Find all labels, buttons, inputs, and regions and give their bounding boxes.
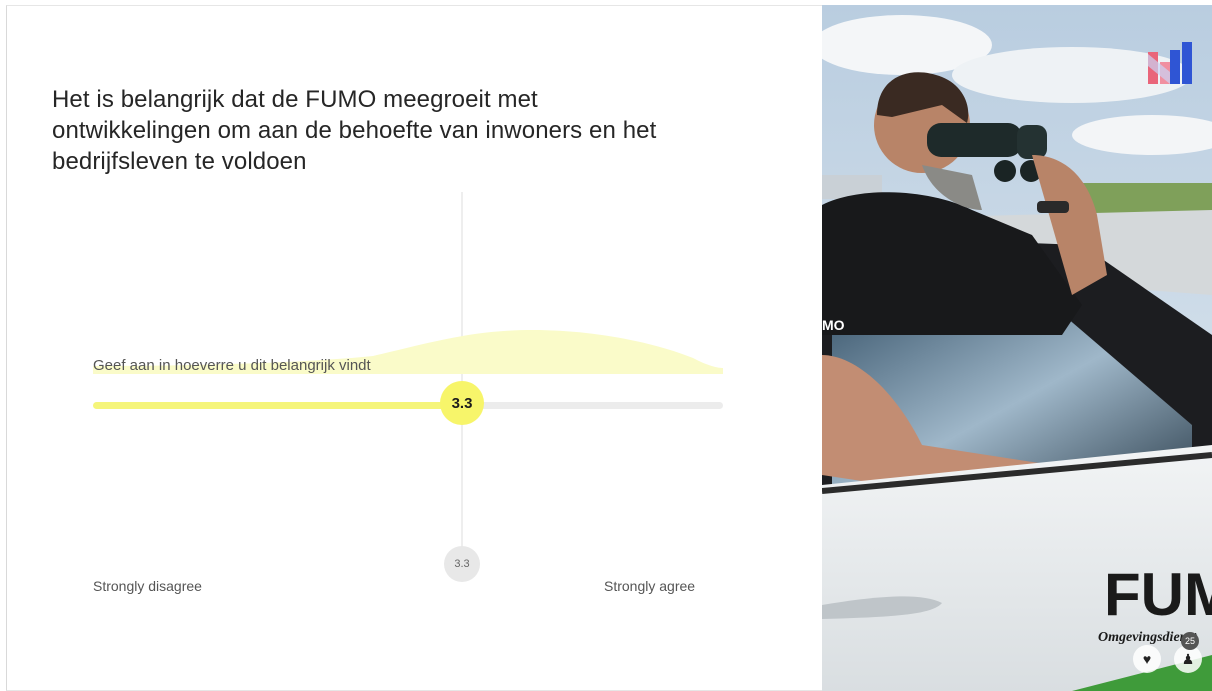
- slider-track-filled: [93, 402, 463, 409]
- slider-track-empty: [463, 402, 723, 409]
- question-title: Het is belangrijk dat de FUMO meegroeit …: [52, 86, 657, 175]
- heart-icon[interactable]: ♥: [1133, 645, 1161, 673]
- scale-max-label: Strongly agree: [604, 578, 696, 594]
- scale-min-label: Strongly disagree: [93, 578, 202, 594]
- brand-logo-icon: [1148, 42, 1192, 84]
- average-value-badge: 3.3: [444, 546, 480, 582]
- door-brand-text: FUM: [1104, 561, 1212, 628]
- shirt-logo-text: MO: [822, 317, 845, 333]
- slide-photo: FUM Omgevingsdienst MO: [822, 5, 1212, 691]
- scale-question-label: Geef aan in hoeverre u dit belangrijk vi…: [93, 357, 371, 374]
- presentation-slide: Het is belangrijk dat de FUMO meegroeit …: [0, 0, 1212, 691]
- slider-value-knob: 3.3: [440, 381, 484, 425]
- participants-count-badge: 25: [1181, 632, 1199, 650]
